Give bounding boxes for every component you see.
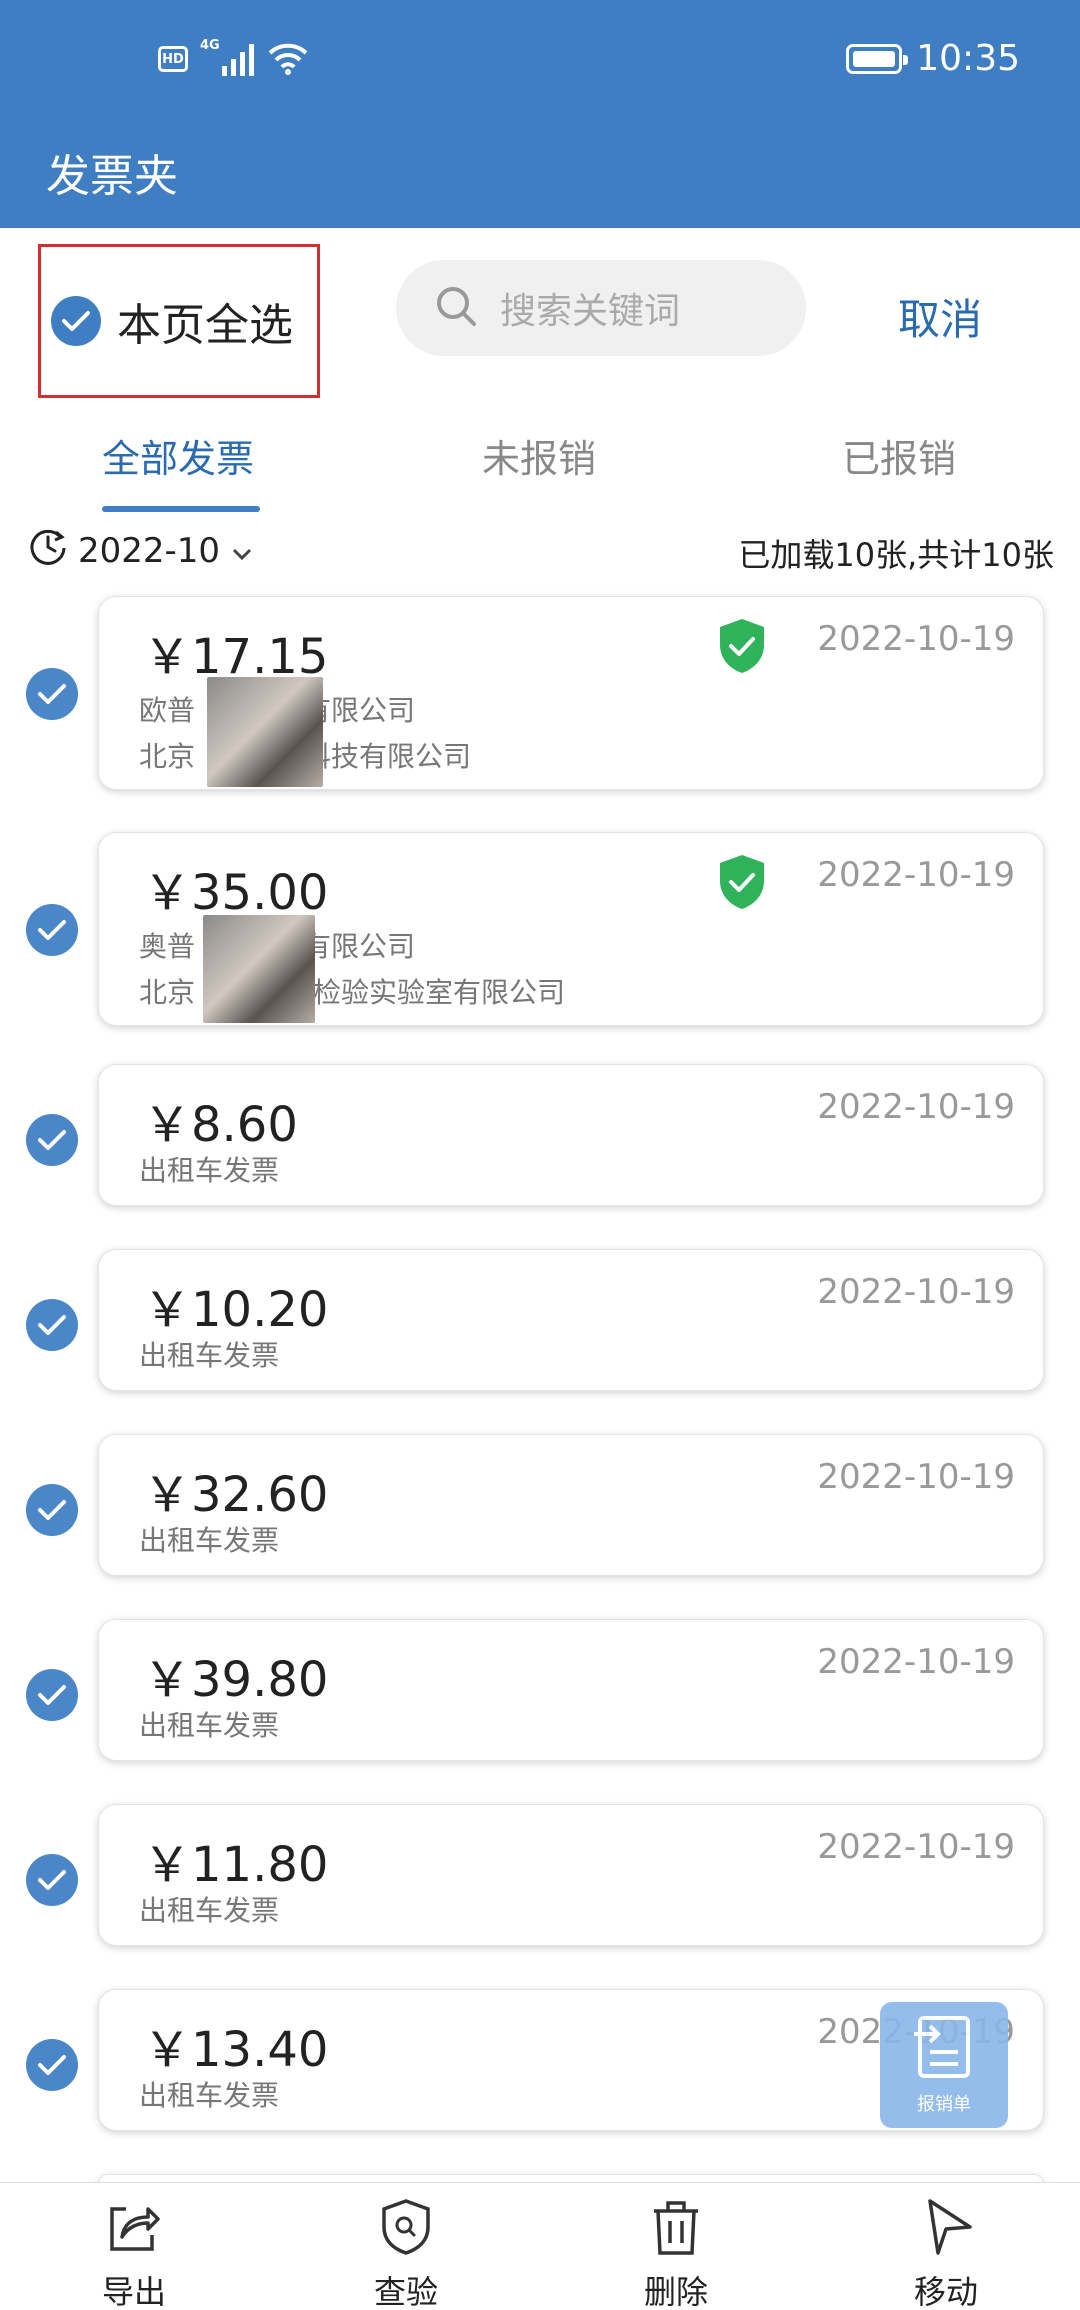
invoice-type: 出租车发票 — [139, 1524, 280, 1557]
invoice-amount: ￥35.00 — [143, 865, 329, 921]
invoice-type: 出租车发票 — [139, 1339, 280, 1372]
verify-label: 查验 — [373, 2273, 438, 2310]
invoice-amount: ￥10.20 — [143, 1282, 329, 1338]
tab-all-invoices[interactable]: 全部发票 — [102, 428, 254, 483]
invoice-card[interactable]: ￥39.80 2022-10-19 出租车发票 — [98, 1619, 1044, 1761]
invoice-type: 出租车发票 — [139, 1894, 280, 1927]
row-check-icon[interactable] — [26, 1484, 78, 1536]
invoice-amount: ￥39.80 — [143, 1652, 329, 1708]
row-check-icon[interactable] — [26, 668, 78, 720]
invoice-card[interactable]: ￥32.60 2022-10-19 出租车发票 — [98, 1434, 1044, 1576]
invoice-card[interactable]: ￥17.15 2022-10-19 欧普 技有限公司 北京 科技有限公司 — [98, 596, 1044, 790]
tab-reimbursed[interactable]: 已报销 — [842, 428, 956, 483]
cancel-button[interactable]: 取消 — [898, 286, 982, 347]
month-picker[interactable]: 2022-10 — [28, 526, 254, 575]
select-all-checkbox[interactable]: 本页全选 — [38, 244, 320, 398]
invoice-type: 出租车发票 — [139, 1709, 280, 1742]
move-button[interactable]: 移动 — [876, 2197, 1016, 2310]
share-icon — [104, 2197, 164, 2261]
invoice-date: 2022-10-19 — [817, 1827, 1015, 1867]
invoice-date: 2022-10-19 — [817, 1272, 1015, 1312]
hd-icon: HD — [158, 46, 188, 72]
row-check-icon[interactable] — [26, 1854, 78, 1906]
invoice-date: 2022-10-19 — [817, 619, 1015, 659]
battery-icon — [846, 43, 909, 74]
invoice-type: 出租车发票 — [139, 1154, 280, 1187]
check-circle-icon — [51, 296, 101, 346]
search-icon — [434, 284, 478, 332]
month-value: 2022-10 — [78, 530, 221, 571]
status-time: 10:35 — [916, 38, 1020, 79]
tab-indicator — [102, 506, 260, 512]
search-placeholder: 搜索关键词 — [500, 291, 681, 332]
verified-shield-icon — [717, 617, 767, 679]
row-check-icon[interactable] — [26, 1299, 78, 1351]
invoice-card[interactable]: ￥11.80 2022-10-19 出租车发票 — [98, 1804, 1044, 1946]
move-label: 移动 — [913, 2273, 978, 2310]
invoice-amount: ￥32.60 — [143, 1467, 329, 1523]
fab-label: 报销单 — [917, 2094, 971, 2115]
row-check-icon[interactable] — [26, 1114, 78, 1166]
selection-toolbar: 本页全选 搜索关键词 取消 — [0, 228, 1080, 408]
network-type: 4G — [200, 38, 220, 53]
export-label: 导出 — [101, 2273, 166, 2310]
clock-icon — [28, 526, 68, 575]
invoice-card[interactable]: ￥10.20 2022-10-19 出租车发票 — [98, 1249, 1044, 1391]
verified-shield-icon — [717, 853, 767, 915]
invoice-type: 出租车发票 — [139, 2079, 280, 2112]
invoice-amount: ￥8.60 — [143, 1097, 298, 1153]
row-check-icon[interactable] — [26, 1669, 78, 1721]
chevron-down-icon — [230, 531, 254, 571]
delete-button[interactable]: 删除 — [606, 2197, 746, 2310]
app-header: HD 4G 10:35 发票夹 — [0, 0, 1080, 228]
verify-button[interactable]: 查验 — [336, 2197, 476, 2310]
invoice-card[interactable]: ￥8.60 2022-10-19 出租车发票 — [98, 1064, 1044, 1206]
signal-icon: 4G — [200, 38, 254, 76]
redaction-image — [207, 677, 323, 787]
bottom-action-bar: 导出 查验 删除 移动 — [0, 2182, 1080, 2310]
send-icon — [916, 2197, 976, 2261]
loaded-count: 已加载10张,共计10张 — [738, 536, 1054, 574]
redaction-image — [203, 915, 315, 1023]
status-bar: HD 4G 10:35 — [0, 0, 1080, 120]
document-arrow-icon — [912, 2014, 976, 2084]
invoice-date: 2022-10-19 — [817, 1642, 1015, 1682]
reimbursement-form-button[interactable]: 报销单 — [880, 2002, 1008, 2128]
shield-search-icon — [376, 2197, 436, 2261]
row-check-icon[interactable] — [26, 2039, 78, 2091]
select-all-label: 本页全选 — [117, 300, 293, 351]
filter-bar: 2022-10 已加载10张,共计10张 — [0, 514, 1080, 584]
invoice-date: 2022-10-19 — [817, 1457, 1015, 1497]
search-input[interactable]: 搜索关键词 — [396, 260, 806, 356]
invoice-amount: ￥11.80 — [143, 1837, 329, 1893]
delete-label: 删除 — [643, 2273, 708, 2310]
invoice-date: 2022-10-19 — [817, 1087, 1015, 1127]
invoice-card[interactable]: ￥35.00 2022-10-19 奥普 技有限公司 北京 检验实验室有限公司 — [98, 832, 1044, 1026]
row-check-icon[interactable] — [26, 904, 78, 956]
page-title: 发票夹 — [46, 151, 178, 202]
invoice-amount: ￥13.40 — [143, 2022, 329, 2078]
trash-icon — [646, 2197, 706, 2261]
wifi-icon — [268, 43, 308, 75]
export-button[interactable]: 导出 — [64, 2197, 204, 2310]
invoice-tabs: 全部发票 未报销 已报销 — [0, 408, 1080, 514]
tab-unreimbursed[interactable]: 未报销 — [482, 428, 596, 483]
invoice-date: 2022-10-19 — [817, 855, 1015, 895]
